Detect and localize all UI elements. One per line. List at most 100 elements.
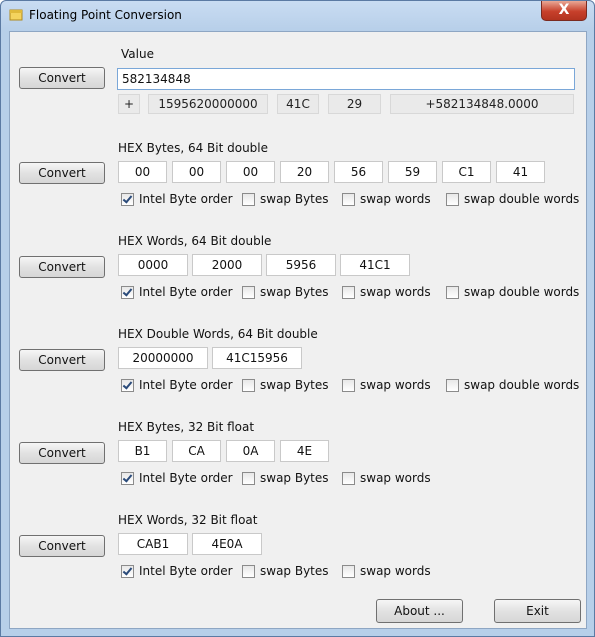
swap-words-checkbox[interactable]: swap words bbox=[342, 470, 431, 486]
swap-double-words-checkbox[interactable]: swap double words bbox=[446, 377, 579, 393]
checkbox-label: swap Bytes bbox=[260, 192, 329, 206]
hex-bytes-64-convert-button[interactable]: Convert bbox=[19, 162, 105, 184]
checkbox-label: swap words bbox=[360, 471, 431, 485]
checkbox-unchecked-icon bbox=[242, 192, 255, 206]
checkbox-label: swap Bytes bbox=[260, 285, 329, 299]
hex-word-64-field[interactable]: 5956 bbox=[266, 254, 336, 276]
hex-words-64-convert-button[interactable]: Convert bbox=[19, 256, 105, 278]
hex-words-32-label: HEX Words, 32 Bit float bbox=[118, 513, 258, 527]
checkbox-label: swap double words bbox=[464, 378, 580, 392]
checkbox-label: swap words bbox=[360, 378, 431, 392]
checkbox-checked-icon bbox=[121, 564, 134, 578]
value-label: Value bbox=[121, 47, 154, 61]
checkbox-label: Intel Byte order bbox=[139, 564, 233, 578]
hex-bytes-64-label: HEX Bytes, 64 Bit double bbox=[118, 141, 269, 155]
checkbox-unchecked-icon bbox=[242, 285, 255, 299]
checkbox-checked-icon bbox=[121, 285, 134, 299]
hex-byte-32-field[interactable]: CA bbox=[172, 440, 221, 462]
mantissa-field: 1595620000000 bbox=[148, 94, 268, 114]
checkbox-label: swap Bytes bbox=[260, 378, 329, 392]
checkbox-unchecked-icon bbox=[342, 471, 355, 485]
checkbox-label: Intel Byte order bbox=[139, 192, 233, 206]
checkbox-unchecked-icon bbox=[446, 285, 459, 299]
hex-byte-64-field[interactable]: 41 bbox=[496, 161, 545, 183]
swap-words-checkbox[interactable]: swap words bbox=[342, 284, 431, 300]
hex-byte-32-field[interactable]: 4E bbox=[280, 440, 329, 462]
hex-byte-64-field[interactable]: 20 bbox=[280, 161, 329, 183]
hex-word-32-field[interactable]: CAB1 bbox=[118, 533, 188, 555]
checkbox-label: swap words bbox=[360, 285, 431, 299]
intel-byte-order-checkbox[interactable]: Intel Byte order bbox=[121, 377, 233, 393]
sign-field: + bbox=[118, 94, 140, 114]
hex-words-64-label: HEX Words, 64 Bit double bbox=[118, 234, 272, 248]
checkbox-unchecked-icon bbox=[342, 564, 355, 578]
hex-word-64-field[interactable]: 0000 bbox=[118, 254, 188, 276]
checkbox-unchecked-icon bbox=[446, 192, 459, 206]
hex-dword-64-field[interactable]: 20000000 bbox=[118, 347, 208, 369]
checkbox-label: Intel Byte order bbox=[139, 471, 233, 485]
hex-dwords-64-convert-button[interactable]: Convert bbox=[19, 349, 105, 371]
swap-double-words-checkbox[interactable]: swap double words bbox=[446, 284, 579, 300]
swap-words-checkbox[interactable]: swap words bbox=[342, 191, 431, 207]
formatted-value-field: +582134848.0000 bbox=[390, 94, 574, 114]
intel-byte-order-checkbox[interactable]: Intel Byte order bbox=[121, 284, 233, 300]
checkbox-unchecked-icon bbox=[342, 285, 355, 299]
checkbox-label: swap Bytes bbox=[260, 471, 329, 485]
swap-bytes-checkbox[interactable]: swap Bytes bbox=[242, 191, 329, 207]
checkbox-unchecked-icon bbox=[342, 378, 355, 392]
hex-byte-64-field[interactable]: 00 bbox=[172, 161, 221, 183]
hex-bytes-32-convert-button[interactable]: Convert bbox=[19, 442, 105, 464]
checkbox-checked-icon bbox=[121, 471, 134, 485]
checkbox-checked-icon bbox=[121, 378, 134, 392]
hex-byte-64-field[interactable]: 00 bbox=[118, 161, 167, 183]
checkbox-checked-icon bbox=[121, 192, 134, 206]
swap-bytes-checkbox[interactable]: swap Bytes bbox=[242, 284, 329, 300]
checkbox-label: swap double words bbox=[464, 285, 580, 299]
hex-dword-64-field[interactable]: 41C15956 bbox=[212, 347, 302, 369]
about-button[interactable]: About ... bbox=[376, 599, 463, 623]
hex-bytes-32-label: HEX Bytes, 32 Bit float bbox=[118, 420, 255, 434]
hex-words-32-convert-button[interactable]: Convert bbox=[19, 535, 105, 557]
intel-byte-order-checkbox[interactable]: Intel Byte order bbox=[121, 470, 233, 486]
swap-words-checkbox[interactable]: swap words bbox=[342, 563, 431, 579]
hex-byte-32-field[interactable]: 0A bbox=[226, 440, 275, 462]
hex-byte-64-field[interactable]: C1 bbox=[442, 161, 491, 183]
hex-dwords-64-label: HEX Double Words, 64 Bit double bbox=[118, 327, 318, 341]
close-button[interactable]: X bbox=[541, 1, 587, 21]
checkbox-label: swap Bytes bbox=[260, 564, 329, 578]
checkbox-unchecked-icon bbox=[242, 378, 255, 392]
title-bar: Floating Point Conversion X bbox=[1, 1, 594, 31]
checkbox-label: swap words bbox=[360, 192, 431, 206]
checkbox-label: swap double words bbox=[464, 192, 580, 206]
checkbox-unchecked-icon bbox=[446, 378, 459, 392]
swap-bytes-checkbox[interactable]: swap Bytes bbox=[242, 377, 329, 393]
intel-byte-order-checkbox[interactable]: Intel Byte order bbox=[121, 563, 233, 579]
swap-bytes-checkbox[interactable]: swap Bytes bbox=[242, 470, 329, 486]
checkbox-label: Intel Byte order bbox=[139, 378, 233, 392]
hex-word-32-field[interactable]: 4E0A bbox=[192, 533, 262, 555]
window-title: Floating Point Conversion bbox=[29, 8, 182, 22]
client-area: Value Convert 582134848 + 1595620000000 … bbox=[9, 31, 587, 629]
intel-byte-order-checkbox[interactable]: Intel Byte order bbox=[121, 191, 233, 207]
hex-word-64-field[interactable]: 2000 bbox=[192, 254, 262, 276]
swap-bytes-checkbox[interactable]: swap Bytes bbox=[242, 563, 329, 579]
hex-byte-64-field[interactable]: 59 bbox=[388, 161, 437, 183]
app-icon bbox=[9, 9, 23, 21]
hex-byte-32-field[interactable]: B1 bbox=[118, 440, 167, 462]
conversion-window: Floating Point Conversion X Value Conver… bbox=[0, 0, 595, 637]
checkbox-unchecked-icon bbox=[242, 564, 255, 578]
hex-byte-64-field[interactable]: 00 bbox=[226, 161, 275, 183]
swap-words-checkbox[interactable]: swap words bbox=[342, 377, 431, 393]
swap-double-words-checkbox[interactable]: swap double words bbox=[446, 191, 579, 207]
value-convert-button[interactable]: Convert bbox=[19, 67, 105, 89]
exit-button[interactable]: Exit bbox=[494, 599, 581, 623]
checkbox-unchecked-icon bbox=[242, 471, 255, 485]
hex-byte-64-field[interactable]: 56 bbox=[334, 161, 383, 183]
value-input[interactable]: 582134848 bbox=[117, 68, 575, 90]
close-icon: X bbox=[558, 2, 570, 18]
hex-word-64-field[interactable]: 41C1 bbox=[340, 254, 410, 276]
checkbox-label: Intel Byte order bbox=[139, 285, 233, 299]
checkbox-label: swap words bbox=[360, 564, 431, 578]
exponent-hex-field: 41C bbox=[277, 94, 319, 114]
checkbox-unchecked-icon bbox=[342, 192, 355, 206]
